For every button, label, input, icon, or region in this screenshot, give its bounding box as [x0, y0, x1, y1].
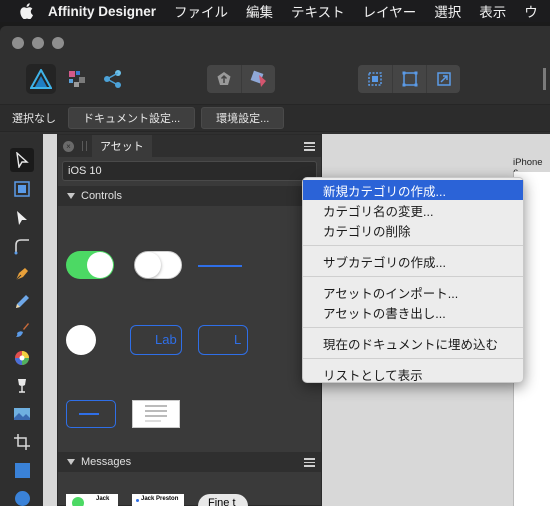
rectangle-tool-icon[interactable] — [10, 458, 34, 482]
preferences-button[interactable]: 環境設定... — [201, 107, 285, 129]
export-persona-icon[interactable] — [98, 64, 128, 94]
menu-embed-in-document[interactable]: 現在のドキュメントに埋め込む — [303, 333, 523, 353]
message-bubble-text: Fine t — [208, 497, 236, 506]
menu-separator — [303, 358, 523, 359]
ellipse-tool-icon[interactable] — [10, 486, 34, 506]
message-thread-asset[interactable]: Jack — [66, 494, 118, 506]
corner-tool-icon[interactable] — [10, 234, 34, 258]
arrange-group — [207, 65, 275, 93]
place-image-icon[interactable] — [10, 402, 34, 426]
menu-new-subcategory[interactable]: サブカテゴリの作成... — [303, 251, 523, 271]
label-button-text: Lab — [155, 332, 177, 347]
message-name-2: Jack Preston — [141, 496, 179, 502]
selection-status: 選択なし — [12, 113, 56, 125]
more-icon[interactable] — [538, 64, 550, 94]
close-panel-icon[interactable]: × — [63, 140, 74, 152]
context-toolbar: 選択なし ドキュメント設定... 環境設定... — [0, 104, 550, 132]
toggle-on-asset[interactable] — [66, 251, 114, 279]
menu-separator — [303, 327, 523, 328]
transform-icon[interactable] — [392, 65, 426, 93]
document-setup-button[interactable]: ドキュメント設定... — [68, 107, 196, 129]
disclosure-triangle-icon[interactable] — [67, 459, 75, 465]
menu-new-category[interactable]: 新規カテゴリの作成... — [303, 180, 523, 200]
subcategory-label: Controls — [81, 190, 122, 202]
toolbar — [0, 60, 550, 100]
circle-knob-asset[interactable] — [66, 325, 96, 355]
subcategory-controls[interactable]: Controls — [58, 186, 321, 206]
menu-select[interactable]: 選択 — [434, 1, 461, 21]
snapping-group — [358, 65, 460, 93]
menu-rename-category[interactable]: カテゴリ名の変更... — [303, 200, 523, 220]
category-select[interactable]: iOS 10 — [62, 161, 317, 181]
pen-tool-icon[interactable] — [10, 262, 34, 286]
artboard-tool-icon[interactable] — [10, 177, 34, 201]
close-window-button[interactable] — [12, 37, 24, 49]
message-bubble-asset[interactable]: Fine t — [198, 494, 248, 506]
panel-menu-icon[interactable] — [304, 142, 315, 151]
disclosure-triangle-icon[interactable] — [67, 193, 75, 199]
align-icon[interactable] — [426, 65, 460, 93]
label-button-text-2: L — [234, 332, 242, 347]
label-button-asset-2[interactable]: L — [198, 325, 248, 355]
assets-panel: × アセット iOS 10 Controls Lab L Messages Ja… — [57, 134, 322, 506]
menu-show-as-list[interactable]: リストとして表示 — [303, 364, 523, 384]
menu-file[interactable]: ファイル — [174, 1, 228, 21]
pixel-persona-icon[interactable] — [62, 64, 92, 94]
table-view-asset[interactable] — [132, 400, 180, 428]
menu-view[interactable]: 表示 — [479, 1, 506, 21]
assets-panel-header: × アセット — [58, 135, 321, 157]
tools-panel — [0, 134, 43, 506]
apple-icon[interactable] — [20, 0, 34, 22]
app-menu[interactable]: Affinity Designer — [48, 4, 156, 19]
subcategory-messages[interactable]: Messages — [58, 452, 321, 472]
designer-persona-icon[interactable] — [26, 64, 56, 94]
panel-context-menu: 新規カテゴリの作成... カテゴリ名の変更... カテゴリの削除 サブカテゴリの… — [302, 177, 524, 383]
menu-separator — [303, 245, 523, 246]
message-thread-asset-2[interactable]: Jack Preston — [132, 494, 184, 506]
slider-line-asset[interactable] — [198, 265, 242, 267]
title-bar — [0, 26, 550, 60]
assets-tab[interactable]: アセット — [92, 135, 152, 157]
menu-window[interactable]: ウ — [524, 1, 538, 21]
bring-forward-icon[interactable] — [207, 65, 241, 93]
text-field-asset[interactable] — [66, 400, 116, 428]
minimize-window-button[interactable] — [32, 37, 44, 49]
menu-export-assets[interactable]: アセットの書き出し... — [303, 302, 523, 322]
toggle-off-asset[interactable] — [134, 251, 182, 279]
menu-text[interactable]: テキスト — [291, 1, 345, 21]
menu-delete-category[interactable]: カテゴリの削除 — [303, 220, 523, 240]
fill-tool-icon[interactable] — [10, 346, 34, 370]
snap-to-grid-icon[interactable] — [358, 65, 392, 93]
message-name-1: Jack — [96, 496, 110, 502]
menu-import-assets[interactable]: アセットのインポート... — [303, 282, 523, 302]
subcategory-label: Messages — [81, 456, 132, 468]
subcategory-menu-icon[interactable] — [304, 458, 315, 467]
grip-icon[interactable] — [82, 141, 87, 151]
menu-layer[interactable]: レイヤー — [363, 1, 417, 21]
pencil-tool-icon[interactable] — [10, 290, 34, 314]
vector-brush-icon[interactable] — [10, 318, 34, 342]
label-button-asset[interactable]: Lab — [130, 325, 182, 355]
transparency-tool-icon[interactable] — [10, 374, 34, 398]
node-tool-icon[interactable] — [10, 206, 34, 230]
menu-edit[interactable]: 編集 — [246, 1, 273, 21]
crop-tool-icon[interactable] — [10, 430, 34, 454]
zoom-window-button[interactable] — [52, 37, 64, 49]
menu-bar: Affinity Designer ファイル 編集 テキスト レイヤー 選択 表… — [0, 0, 550, 22]
menu-separator — [303, 276, 523, 277]
move-tool-icon[interactable] — [10, 148, 34, 172]
boolean-ops-icon[interactable] — [241, 65, 275, 93]
